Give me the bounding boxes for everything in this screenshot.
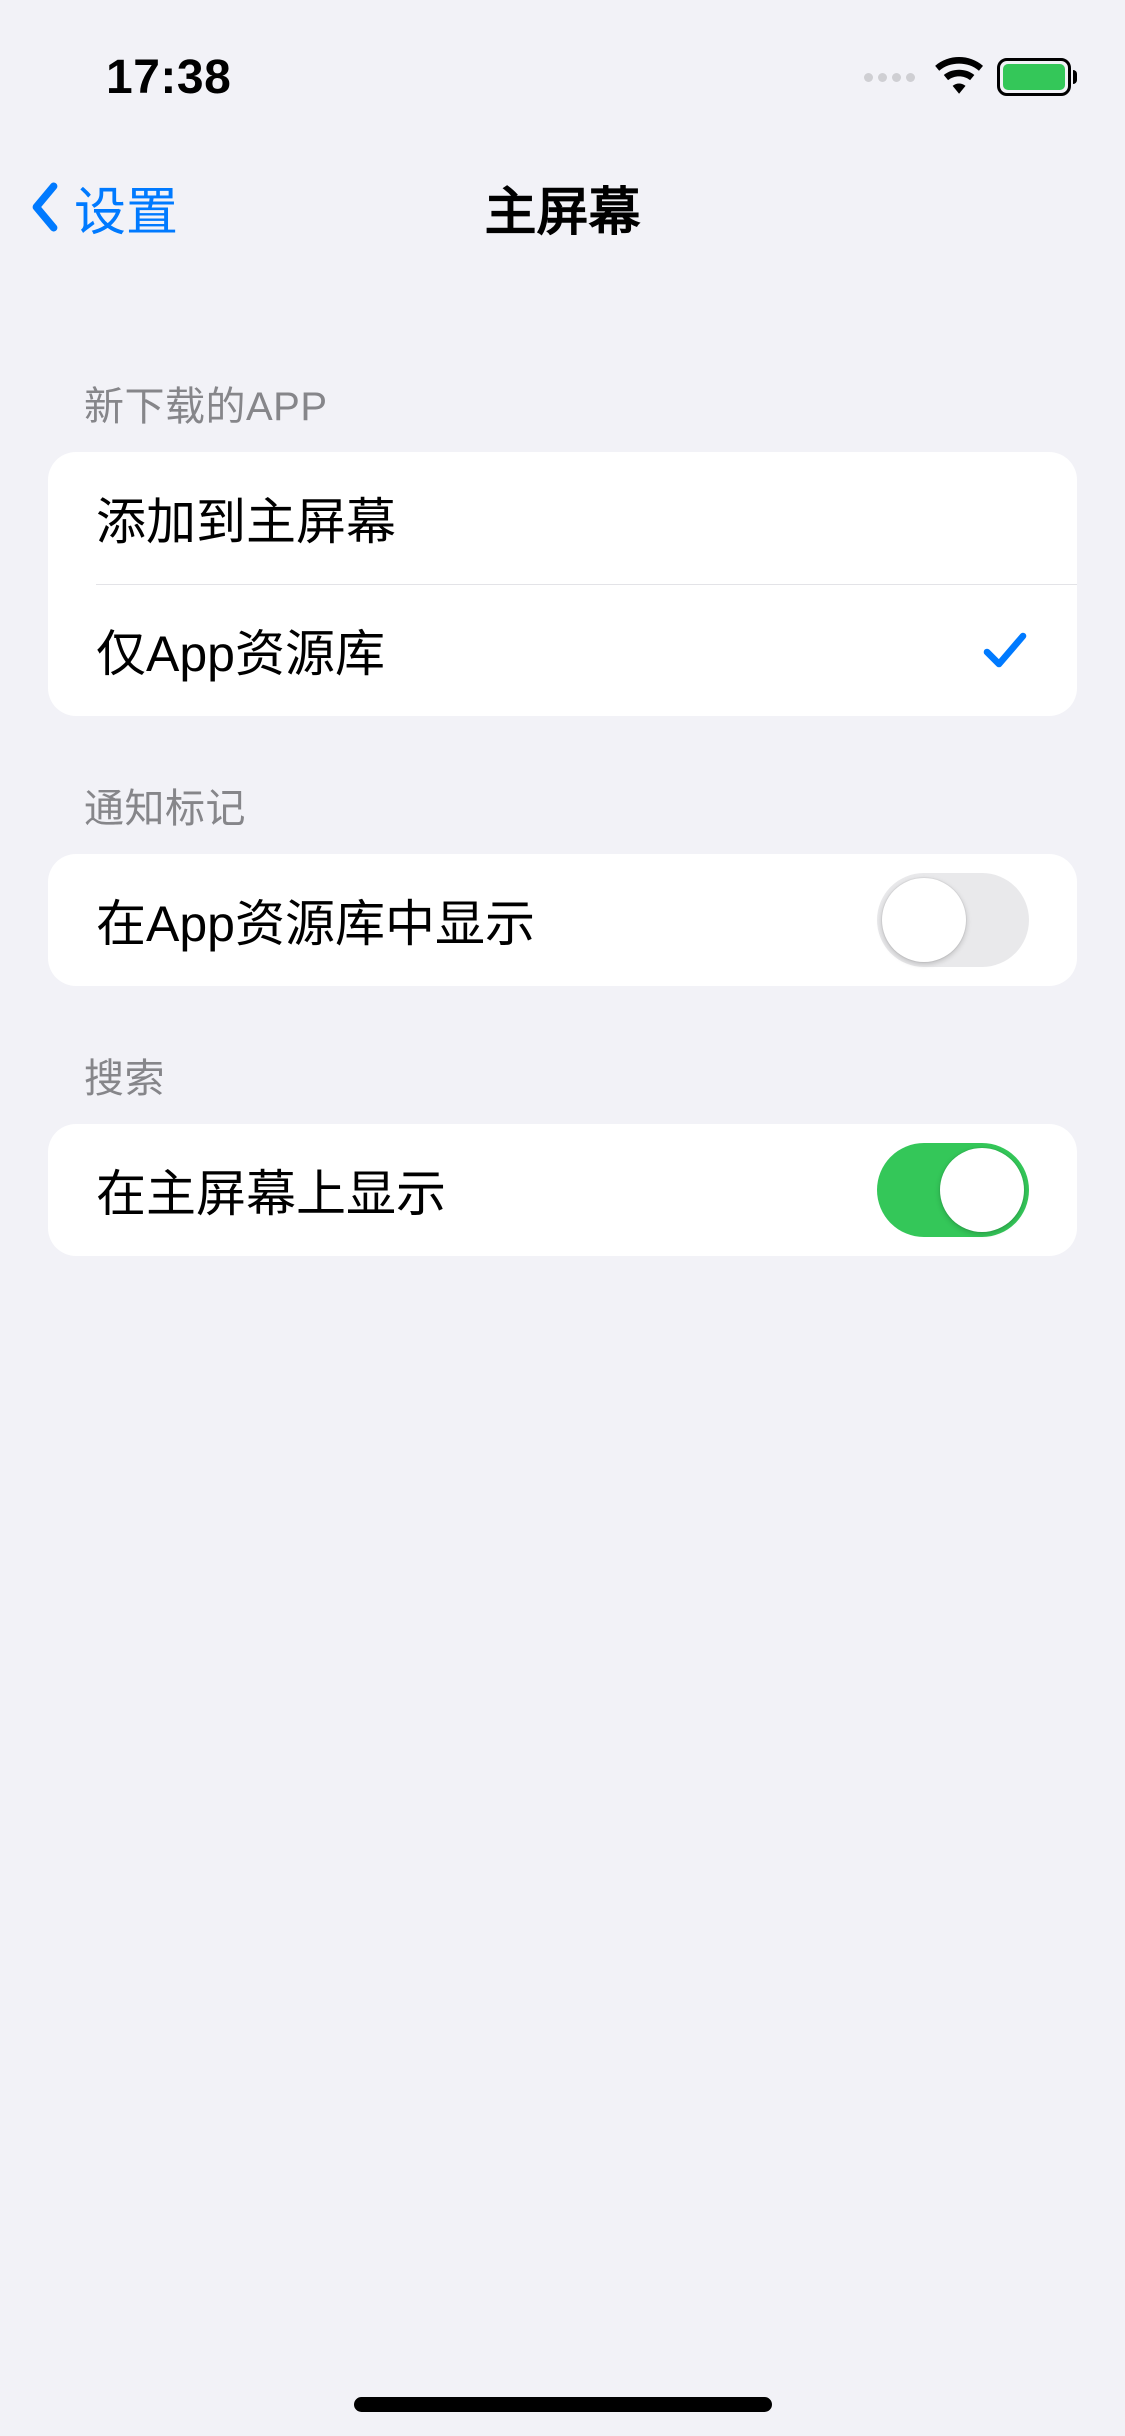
status-time: 17:38 [106,50,231,105]
status-indicators [864,57,1077,97]
section-header-badges: 通知标记 [48,716,1077,854]
section-header-new-apps: 新下载的APP [48,274,1077,452]
status-bar: 17:38 [0,0,1125,140]
page-title: 主屏幕 [484,170,640,245]
show-in-app-library-row: 在App资源库中显示 [48,854,1077,986]
option-add-to-home[interactable]: 添加到主屏幕 [48,452,1077,584]
content: 新下载的APP 添加到主屏幕 仅App资源库 通知标记 在App资源库中显示 搜… [0,274,1125,1256]
show-in-app-library-switch[interactable] [877,873,1029,967]
back-label: 设置 [74,170,178,245]
cellular-signal-icon [864,73,915,82]
show-on-home-switch[interactable] [877,1143,1029,1237]
search-group: 在主屏幕上显示 [48,1124,1077,1256]
option-label: 添加到主屏幕 [96,482,396,554]
home-indicator[interactable] [354,2397,772,2412]
back-button[interactable]: 设置 [26,170,178,245]
row-label: 在App资源库中显示 [96,884,535,956]
navigation-bar: 设置 主屏幕 [0,140,1125,274]
option-label: 仅App资源库 [96,614,385,686]
chevron-left-icon [26,181,64,233]
option-app-library-only[interactable]: 仅App资源库 [48,584,1077,716]
row-label: 在主屏幕上显示 [96,1154,446,1226]
section-header-search: 搜索 [48,986,1077,1124]
new-apps-group: 添加到主屏幕 仅App资源库 [48,452,1077,716]
checkmark-icon [981,626,1029,674]
wifi-icon [935,57,983,97]
battery-icon [997,58,1077,96]
show-on-home-row: 在主屏幕上显示 [48,1124,1077,1256]
badges-group: 在App资源库中显示 [48,854,1077,986]
